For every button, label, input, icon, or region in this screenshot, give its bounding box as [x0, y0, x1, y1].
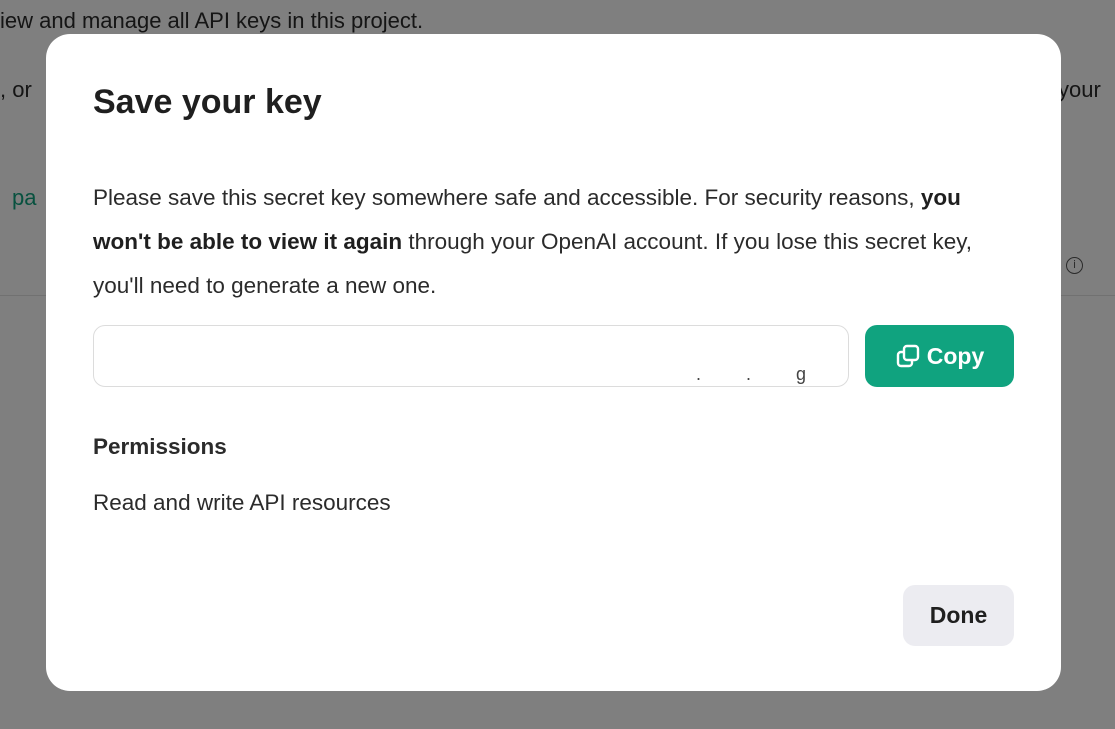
- api-keys-page: iew and manage all API keys in this proj…: [0, 0, 1115, 729]
- copy-button[interactable]: Copy: [865, 325, 1014, 387]
- dialog-description: Please save this secret key somewhere sa…: [93, 176, 1008, 308]
- permissions-heading: Permissions: [93, 434, 227, 459]
- copy-icon: [895, 343, 921, 369]
- description-text-start: Please save this secret key somewhere sa…: [93, 185, 921, 210]
- dialog-title: Save your key: [93, 83, 322, 121]
- done-button[interactable]: Done: [903, 585, 1014, 646]
- copy-button-label: Copy: [926, 342, 985, 369]
- permissions-value: Read and write API resources: [93, 490, 391, 515]
- secret-key-visible-marks: . . g: [696, 364, 827, 384]
- save-key-dialog: Save your key Please save this secret ke…: [46, 34, 1061, 691]
